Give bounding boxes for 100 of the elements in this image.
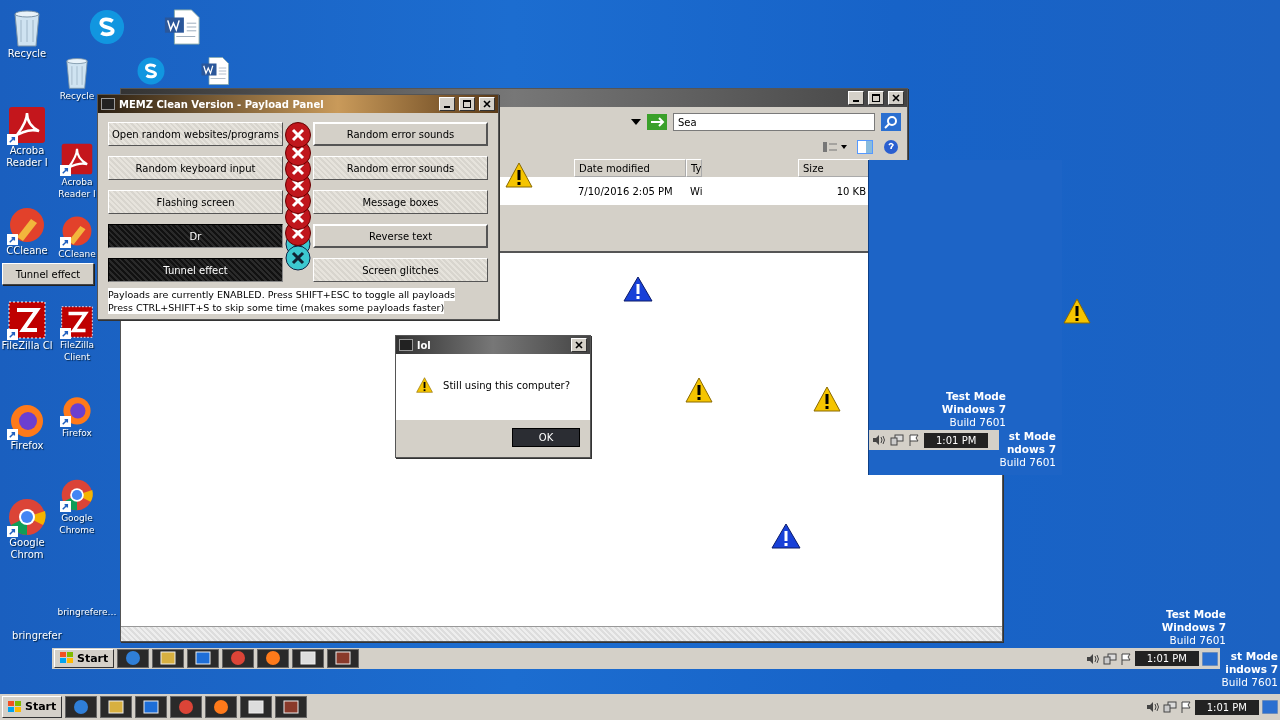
- search-field[interactable]: Sea: [673, 113, 875, 131]
- taskbar-button[interactable]: [65, 695, 98, 719]
- payload-button[interactable]: Random error sounds: [313, 122, 488, 146]
- flag-icon: [1119, 652, 1132, 665]
- warning-icon: [813, 386, 841, 412]
- desktop-icon-label[interactable]: Firefox: [10, 440, 44, 452]
- skype-icon[interactable]: [136, 56, 166, 86]
- folder-icon: [108, 699, 125, 715]
- network-icon: [1102, 652, 1117, 665]
- taskbar-button[interactable]: [257, 649, 290, 668]
- test-mode-watermark: Test Mode Windows 7 Build 7601: [1161, 608, 1226, 647]
- desktop-icon-label[interactable]: Google Chrom: [0, 537, 54, 561]
- minimize-button[interactable]: [439, 97, 455, 111]
- chrome-icon: [178, 699, 195, 715]
- column-header[interactable]: Date modified: [574, 159, 686, 177]
- desktop-icon-label[interactable]: Google Chrome: [56, 512, 98, 536]
- ok-button[interactable]: OK: [512, 428, 580, 447]
- desktop-icon-label[interactable]: Acroba Reader I: [0, 145, 54, 169]
- status-text: Payloads are currently ENABLED. Press SHIFT+ESC to toggle all payloads: [108, 288, 455, 301]
- desktop-icon-label[interactable]: FileZilla Cl: [1, 340, 53, 352]
- desktop-icon-label[interactable]: bringrefere…: [57, 606, 117, 618]
- desktop-icon-label[interactable]: bringrefer: [12, 630, 62, 642]
- taskbar-button[interactable]: [205, 695, 238, 719]
- payload-button[interactable]: Tunnel effect: [2, 263, 94, 285]
- close-icon: [892, 94, 900, 102]
- test-mode-watermark: st Mode ndows 7 Build 7601: [999, 430, 1056, 469]
- warning-icon: [505, 162, 533, 188]
- brush-logo-icon[interactable]: [7, 205, 47, 245]
- desktop-icon-label[interactable]: Recycle: [59, 90, 95, 102]
- taskbar-button[interactable]: [327, 649, 360, 668]
- maximize-button[interactable]: [459, 97, 475, 111]
- filezilla-icon[interactable]: [60, 305, 94, 339]
- close-button[interactable]: [888, 91, 904, 105]
- pdf-reader-icon[interactable]: [7, 105, 47, 145]
- desktop-icon-label[interactable]: FileZilla Client: [56, 339, 98, 363]
- taskbar-button[interactable]: [275, 695, 308, 719]
- skype-icon[interactable]: [88, 8, 126, 46]
- speaker-icon: [872, 434, 886, 446]
- dialog-message: Still using this computer?: [443, 379, 570, 391]
- taskbar-button[interactable]: [240, 695, 273, 719]
- payload-button[interactable]: Open random websites/programs: [108, 122, 283, 146]
- test-mode-watermark: Test Mode Windows 7 Build 7601: [941, 390, 1006, 429]
- help-icon[interactable]: [883, 139, 899, 155]
- desktop-icon-label[interactable]: CCleane: [58, 248, 96, 260]
- firefox-icon: [213, 699, 230, 715]
- taskbar-button[interactable]: [152, 649, 185, 668]
- payload-button[interactable]: Flashing screen: [108, 190, 283, 214]
- shortcut-arrow-icon: [60, 237, 71, 248]
- app-icon: [101, 98, 115, 110]
- desktop-icon-label[interactable]: Firefox: [62, 427, 92, 439]
- taskbar-button[interactable]: [187, 649, 220, 668]
- chrome-icon[interactable]: [7, 497, 47, 537]
- media-player-icon: [195, 650, 212, 667]
- taskbar-button[interactable]: [292, 649, 325, 668]
- horizontal-scrollbar[interactable]: [121, 626, 1002, 641]
- payload-button[interactable]: Random error sounds: [313, 156, 488, 180]
- filezilla-icon[interactable]: [7, 300, 47, 340]
- app-icon: [335, 650, 352, 667]
- payload-button[interactable]: Message boxes: [313, 190, 488, 214]
- dropdown-arrow-icon[interactable]: [631, 119, 641, 125]
- payload-button[interactable]: Dr: [108, 224, 283, 248]
- taskbar-button[interactable]: [170, 695, 203, 719]
- desktop-icon-label[interactable]: Acroba Reader I: [56, 176, 98, 200]
- payload-button[interactable]: Screen glitches: [313, 258, 488, 282]
- windows-flag-icon: [8, 701, 22, 713]
- view-options-icon[interactable]: [823, 141, 847, 153]
- clock[interactable]: 1:01 PM: [1134, 651, 1199, 666]
- desktop-icon-label[interactable]: Recycle: [7, 48, 47, 60]
- close-button[interactable]: [479, 97, 495, 111]
- warning-icon: [685, 377, 713, 403]
- brush-logo-icon[interactable]: [60, 214, 94, 248]
- taskbar-button[interactable]: [100, 695, 133, 719]
- refresh-icon[interactable]: [647, 114, 667, 130]
- payload-button[interactable]: Tunnel effect: [108, 258, 283, 282]
- shortcut-arrow-icon: [7, 234, 18, 245]
- show-desktop-icon[interactable]: [1202, 651, 1218, 666]
- chrome-icon[interactable]: [60, 478, 94, 512]
- search-icon[interactable]: [881, 113, 901, 131]
- close-button[interactable]: [571, 338, 587, 352]
- document-icon[interactable]: [200, 56, 230, 86]
- payload-button[interactable]: Reverse text: [313, 224, 488, 248]
- shortcut-arrow-icon: [60, 328, 71, 339]
- minimize-button[interactable]: [848, 91, 864, 105]
- taskbar-button[interactable]: [117, 649, 150, 668]
- clock[interactable]: 1:01 PM: [1194, 699, 1259, 715]
- column-header[interactable]: Ty: [686, 159, 702, 177]
- payload-button[interactable]: Random keyboard input: [108, 156, 283, 180]
- shortcut-arrow-icon: [7, 329, 18, 340]
- taskbar-button[interactable]: [135, 695, 168, 719]
- desktop-icon-label[interactable]: CCleane: [6, 245, 48, 257]
- maximize-button[interactable]: [868, 91, 884, 105]
- taskbar-button[interactable]: [222, 649, 255, 668]
- start-button[interactable]: Start: [2, 695, 63, 719]
- document-icon[interactable]: [163, 8, 201, 46]
- start-button[interactable]: Start: [54, 649, 115, 668]
- preview-pane-icon[interactable]: [857, 140, 873, 154]
- table-cell-text: 7/10/2016 2:05 PM: [577, 185, 674, 197]
- shortcut-arrow-icon: [60, 501, 71, 512]
- clock[interactable]: 1:01 PM: [924, 432, 989, 448]
- shortcut-arrow-icon: [7, 134, 18, 145]
